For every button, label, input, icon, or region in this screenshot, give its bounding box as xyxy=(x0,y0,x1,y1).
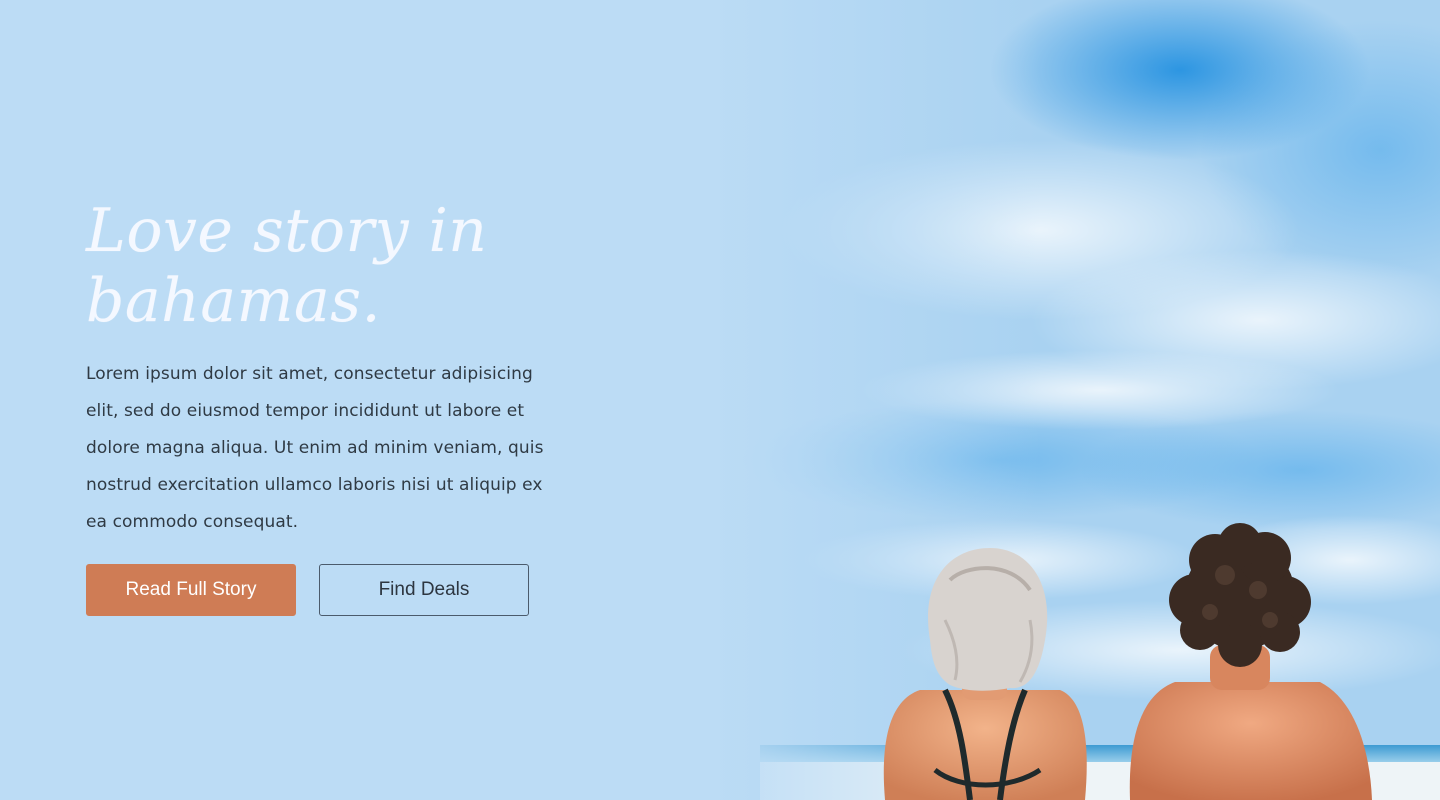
find-deals-button[interactable]: Find Deals xyxy=(319,564,529,616)
hero-description: Lorem ipsum dolor sit amet, consectetur … xyxy=(86,364,544,532)
hero-headline: Love story in bahamas. xyxy=(86,196,488,336)
hero-content: Love story in bahamas. Lorem ipsum dolor… xyxy=(86,196,586,616)
hero-actions: Read Full Story Find Deals xyxy=(86,564,586,616)
read-full-story-button[interactable]: Read Full Story xyxy=(86,564,296,616)
hero-section: Love story in bahamas. Lorem ipsum dolor… xyxy=(0,0,1440,800)
